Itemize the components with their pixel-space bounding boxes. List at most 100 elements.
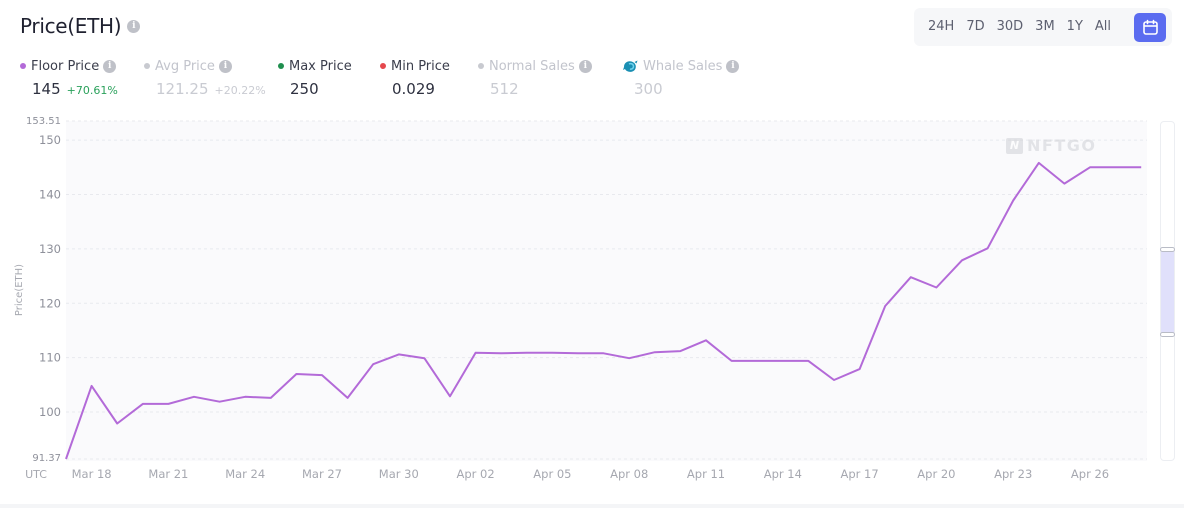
range-7d-button[interactable]: 7D: [960, 17, 990, 37]
data-point[interactable]: [882, 303, 888, 309]
data-point[interactable]: [857, 366, 863, 372]
data-point[interactable]: [268, 395, 274, 401]
data-point[interactable]: [1113, 164, 1119, 170]
data-point[interactable]: [140, 401, 146, 407]
time-range-selector: 24H 7D 30D 3M 1Y All: [914, 8, 1172, 46]
nftgo-logo-icon: N: [1006, 137, 1023, 154]
x-axis-label: UTC: [25, 468, 47, 481]
data-point[interactable]: [1036, 160, 1042, 166]
zoom-slider-handle-start[interactable]: [1160, 247, 1175, 253]
data-point[interactable]: [217, 399, 223, 405]
info-icon[interactable]: i: [103, 59, 117, 73]
range-30d-button[interactable]: 30D: [991, 17, 1030, 37]
data-point[interactable]: [959, 257, 965, 263]
price-chart[interactable]: 153.5115014013012011010091.37 Mar 18 Mar …: [0, 110, 1184, 508]
metric-value: 512: [490, 80, 519, 98]
data-point[interactable]: [524, 350, 530, 356]
y-tick-label: 150: [39, 133, 61, 147]
data-point[interactable]: [114, 420, 120, 426]
data-point[interactable]: [473, 350, 479, 356]
data-point[interactable]: [780, 358, 786, 364]
page-title: Price(ETH): [20, 14, 122, 38]
info-icon[interactable]: i: [578, 59, 592, 73]
data-point[interactable]: [805, 358, 811, 364]
metric-value: 145: [32, 80, 61, 98]
x-tick-label: Mar 21: [148, 467, 188, 481]
data-point[interactable]: [396, 351, 402, 357]
calendar-button[interactable]: [1134, 13, 1166, 42]
metric-normal-sales[interactable]: Normal Sales i 512: [478, 57, 592, 98]
metric-max-price[interactable]: Max Price 250: [278, 57, 352, 98]
range-1y-button[interactable]: 1Y: [1061, 17, 1089, 37]
x-tick-label: Apr 17: [841, 467, 879, 481]
metric-change: +20.22%: [214, 84, 266, 97]
metric-label: Min Price: [391, 58, 450, 74]
y-tick-label: 130: [39, 242, 61, 256]
data-point[interactable]: [703, 337, 709, 343]
y-tick-label: 120: [39, 296, 61, 310]
x-tick-label: Apr 05: [533, 467, 571, 481]
metric-value: 300: [634, 80, 663, 98]
data-point[interactable]: [652, 349, 658, 355]
data-point[interactable]: [933, 284, 939, 290]
data-point[interactable]: [729, 358, 735, 364]
data-point[interactable]: [89, 383, 95, 389]
data-point[interactable]: [908, 274, 914, 280]
data-point[interactable]: [831, 377, 837, 383]
x-tick-label: Apr 02: [457, 467, 495, 481]
range-all-button[interactable]: All: [1089, 17, 1117, 37]
metric-label: Avg Price: [155, 58, 215, 74]
data-point[interactable]: [754, 358, 760, 364]
data-point[interactable]: [191, 394, 197, 400]
data-point[interactable]: [677, 348, 683, 354]
data-point[interactable]: [1087, 164, 1093, 170]
data-point[interactable]: [447, 393, 453, 399]
plot-background: [66, 121, 1147, 461]
x-tick-label: Apr 08: [610, 467, 648, 481]
metric-label: Max Price: [289, 58, 352, 74]
y-axis-label: Price(ETH): [14, 264, 25, 316]
range-24h-button[interactable]: 24H: [922, 17, 960, 37]
data-point[interactable]: [345, 395, 351, 401]
data-point[interactable]: [575, 350, 581, 356]
chart-header: Price(ETH) i: [20, 14, 141, 38]
data-point[interactable]: [1138, 164, 1144, 170]
floor-price-dot: [20, 63, 26, 69]
info-icon[interactable]: i: [127, 19, 141, 33]
x-tick-label: Mar 30: [379, 467, 419, 481]
y-axis-ticks: 153.51 150 140 130 120 110 100 91.37: [26, 116, 61, 464]
zoom-slider-handle-end[interactable]: [1160, 331, 1175, 337]
data-point[interactable]: [242, 394, 248, 400]
data-point[interactable]: [319, 372, 325, 378]
data-point[interactable]: [1010, 197, 1016, 203]
range-3m-button[interactable]: 3M: [1029, 17, 1061, 37]
x-tick-label: Mar 24: [225, 467, 265, 481]
nftgo-watermark: N NFTGO: [1006, 136, 1096, 155]
metric-whale-sales[interactable]: Whale Sales i 300: [622, 57, 740, 98]
x-tick-label: Mar 18: [72, 467, 112, 481]
data-point[interactable]: [293, 371, 299, 377]
x-tick-label: Apr 11: [687, 467, 725, 481]
metric-change: +70.61%: [66, 84, 118, 97]
info-icon[interactable]: i: [726, 59, 740, 73]
metric-avg-price[interactable]: Avg Price i 121.25 +20.22%: [144, 57, 266, 98]
metric-label: Normal Sales: [489, 58, 575, 74]
data-point[interactable]: [165, 401, 171, 407]
data-point[interactable]: [985, 245, 991, 251]
metric-min-price[interactable]: Min Price 0.029: [380, 57, 450, 98]
y-tick-label: 153.51: [26, 116, 61, 127]
data-point[interactable]: [549, 350, 555, 356]
data-point[interactable]: [626, 355, 632, 361]
data-point[interactable]: [421, 355, 427, 361]
zoom-slider-track[interactable]: [1160, 121, 1175, 461]
data-point[interactable]: [1061, 181, 1067, 187]
data-point[interactable]: [498, 350, 504, 356]
data-point[interactable]: [63, 456, 69, 462]
x-tick-label: Apr 23: [994, 467, 1032, 481]
data-point[interactable]: [370, 361, 376, 367]
data-point[interactable]: [601, 350, 607, 356]
x-axis-ticks: Mar 18 Mar 21 Mar 24 Mar 27 Mar 30 Apr 02 Apr …: [72, 467, 1109, 481]
info-icon[interactable]: i: [218, 59, 232, 73]
zoom-slider-range[interactable]: [1161, 250, 1174, 335]
metric-floor-price[interactable]: Floor Price i 145 +70.61%: [20, 57, 118, 98]
